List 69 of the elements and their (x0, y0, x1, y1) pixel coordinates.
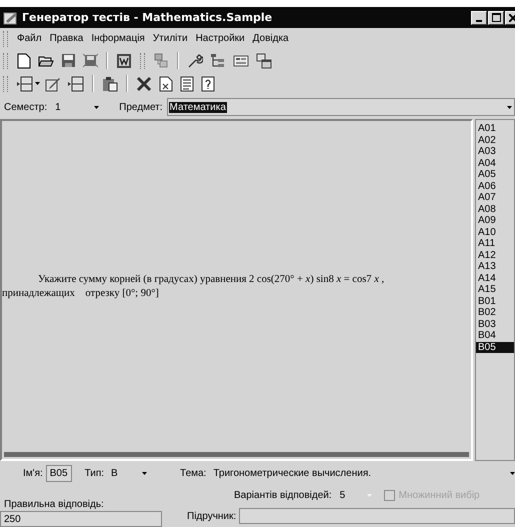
save-all-icon[interactable] (81, 53, 100, 68)
menu-item[interactable]: Довідка (250, 33, 292, 44)
semester-label: Семестр: (4, 102, 48, 112)
question-editor[interactable]: Укажите сумму корней (в градусах) уравнения 2 cos(270° + x) sin8 x = cos7 x , принадлежащих отрезку [0°; 90°] (0, 119, 473, 461)
edit-icon[interactable] (43, 76, 63, 92)
subject-label: Предмет: (119, 102, 163, 112)
save-icon[interactable] (59, 53, 78, 68)
maximize-icon (492, 13, 500, 22)
list-item[interactable]: B05 (476, 342, 514, 353)
question-text: Укажите сумму корней (в градусах) уравнения 2 cos(270° + x) sin8 x = cos7 x , принадлежащих отрезку [0°; 90°] (2, 272, 384, 300)
textbook-label: Підручник: (187, 510, 236, 522)
windows-icon[interactable] (254, 52, 274, 68)
dropdown-caret-icon[interactable] (35, 82, 40, 85)
topic-label: Тема: (180, 468, 206, 478)
name-label: Ім'я: (23, 468, 43, 478)
menu-item[interactable]: Настройки (192, 33, 248, 44)
dropdown-caret-icon (142, 472, 148, 474)
menu-item[interactable]: Правка (46, 33, 86, 44)
dropdown-caret-icon (94, 106, 100, 108)
list-item[interactable]: A05 (476, 169, 514, 180)
list-item[interactable]: A04 (476, 158, 514, 169)
list-item[interactable]: A15 (476, 284, 514, 296)
minimize-button[interactable] (471, 10, 487, 24)
list-item[interactable]: B01 (476, 296, 514, 307)
dropdown-caret-icon (507, 106, 512, 108)
word-document-icon[interactable] (114, 52, 134, 68)
answer-field[interactable]: 250 (0, 511, 162, 527)
dropdown-caret-icon (366, 494, 372, 497)
dropdown-caret-icon (510, 472, 515, 474)
textbook-field[interactable] (239, 508, 515, 524)
form-icon[interactable] (231, 54, 251, 68)
append-item-icon[interactable] (66, 76, 86, 92)
scrollbar[interactable] (4, 452, 469, 457)
list-item[interactable]: B02 (476, 307, 514, 318)
list-item[interactable]: A11 (476, 238, 514, 250)
minimize-icon (476, 20, 482, 22)
delete-icon[interactable] (134, 76, 154, 92)
document-icon[interactable] (178, 76, 196, 92)
maximize-button[interactable] (488, 10, 504, 24)
list-item[interactable]: A13 (476, 261, 514, 272)
list-item[interactable]: A07 (476, 192, 514, 204)
list-item[interactable]: A02 (476, 134, 514, 146)
variants-label: Варіантів відповідей: (234, 490, 332, 501)
list-item[interactable]: A14 (476, 272, 514, 284)
app-icon (3, 10, 19, 24)
type-label: Тип: (84, 468, 104, 478)
paste-icon[interactable] (100, 76, 120, 92)
subject-dropdown[interactable]: Математика (166, 98, 515, 116)
menu-item[interactable]: Інформація (88, 33, 148, 44)
answer-label: Правильна відповідь: (3, 499, 105, 510)
list-item[interactable]: A09 (476, 215, 514, 226)
menu-item[interactable]: Утиліти (150, 33, 191, 44)
name-field[interactable]: B05 (46, 464, 72, 482)
list-item[interactable]: A01 (476, 123, 514, 134)
list-item[interactable]: A10 (476, 226, 514, 238)
menu-item[interactable]: Файл (14, 33, 45, 44)
close-icon (509, 14, 515, 22)
list-item[interactable]: A03 (476, 146, 514, 158)
list-item[interactable]: A12 (476, 250, 514, 261)
window-title: Генератор тестів - Mathematics.Sample (22, 11, 272, 24)
clear-document-icon[interactable] (157, 76, 175, 92)
list-item[interactable]: B04 (476, 330, 514, 342)
open-folder-icon[interactable] (36, 54, 56, 68)
list-item[interactable]: A06 (476, 180, 514, 192)
list-item[interactable]: B03 (476, 318, 514, 330)
help-icon[interactable] (199, 76, 217, 92)
list-item[interactable]: A08 (476, 204, 514, 215)
insert-item-icon[interactable] (15, 76, 35, 92)
new-file-icon[interactable] (15, 52, 33, 68)
